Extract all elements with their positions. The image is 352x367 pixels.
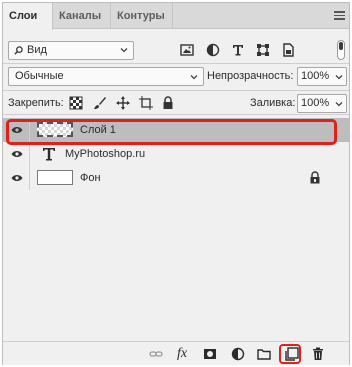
lock-transparent-pixels-icon[interactable] xyxy=(69,96,83,110)
tab-bar: Слои Каналы Контуры xyxy=(3,3,349,30)
eye-icon xyxy=(11,151,23,157)
lock-all-icon[interactable] xyxy=(161,96,175,110)
filter-toggle[interactable] xyxy=(337,40,345,60)
tab-layers[interactable]: Слои xyxy=(3,3,53,30)
lock-icon xyxy=(310,171,320,184)
layer-name[interactable]: MyPhotoshop.ru xyxy=(65,148,145,160)
tab-paths[interactable]: Контуры xyxy=(111,3,173,29)
new-layer-highlight xyxy=(279,344,301,364)
chevron-down-icon[interactable] xyxy=(334,72,344,82)
visibility-toggle[interactable] xyxy=(3,166,30,190)
new-group-icon[interactable] xyxy=(257,347,271,361)
delete-layer-icon[interactable] xyxy=(311,347,325,361)
selected-layer-highlight xyxy=(6,119,337,145)
divider xyxy=(3,63,349,64)
pixel-filter-icon[interactable] xyxy=(179,42,195,58)
chevron-down-icon xyxy=(120,48,128,53)
blend-mode-select[interactable]: Обычные xyxy=(8,67,204,86)
layer-style-icon[interactable]: fx xyxy=(177,346,187,362)
search-icon xyxy=(14,46,23,55)
lock-artboard-icon[interactable] xyxy=(139,96,153,110)
text-layer-icon xyxy=(43,148,55,161)
fill-value: 100% xyxy=(301,97,330,109)
visibility-toggle[interactable] xyxy=(3,142,30,166)
fill-label: Заливка: xyxy=(250,97,296,109)
add-mask-icon[interactable] xyxy=(203,347,217,361)
divider xyxy=(3,90,349,91)
opacity-field[interactable]: 100% xyxy=(297,67,347,86)
adjustment-filter-icon[interactable] xyxy=(205,42,221,58)
lock-image-pixels-icon[interactable] xyxy=(93,96,107,110)
opacity-label: Непрозрачность: xyxy=(207,70,294,82)
lock-label: Закрепить: xyxy=(8,97,64,109)
panel-menu-icon[interactable] xyxy=(334,11,345,20)
type-filter-icon[interactable] xyxy=(230,42,246,58)
chevron-down-icon xyxy=(190,75,198,80)
blend-mode-label: Обычные xyxy=(15,70,64,82)
layer-row-background[interactable]: Фон xyxy=(3,166,349,190)
adjustment-layer-icon[interactable] xyxy=(231,347,245,361)
tab-channels[interactable]: Каналы xyxy=(53,3,111,29)
layers-panel: Слои Каналы Контуры Вид Обычные Непрозра… xyxy=(2,2,350,365)
fill-field[interactable]: 100% xyxy=(297,94,347,113)
lock-position-icon[interactable] xyxy=(116,96,130,110)
layer-thumbnail[interactable] xyxy=(37,170,73,185)
shape-filter-icon[interactable] xyxy=(255,42,271,58)
link-layers-icon[interactable] xyxy=(149,347,163,361)
eye-icon xyxy=(11,175,23,181)
opacity-value: 100% xyxy=(301,70,330,82)
smart-object-filter-icon[interactable] xyxy=(280,42,296,58)
chevron-down-icon[interactable] xyxy=(334,99,344,109)
filter-kind-select[interactable]: Вид xyxy=(8,41,134,60)
filter-kind-label: Вид xyxy=(27,44,47,56)
layer-name[interactable]: Фон xyxy=(80,172,101,184)
layer-row-text[interactable]: MyPhotoshop.ru xyxy=(3,142,349,166)
layers-list: Слой 1 MyPhotoshop.ru Фон xyxy=(3,115,349,341)
